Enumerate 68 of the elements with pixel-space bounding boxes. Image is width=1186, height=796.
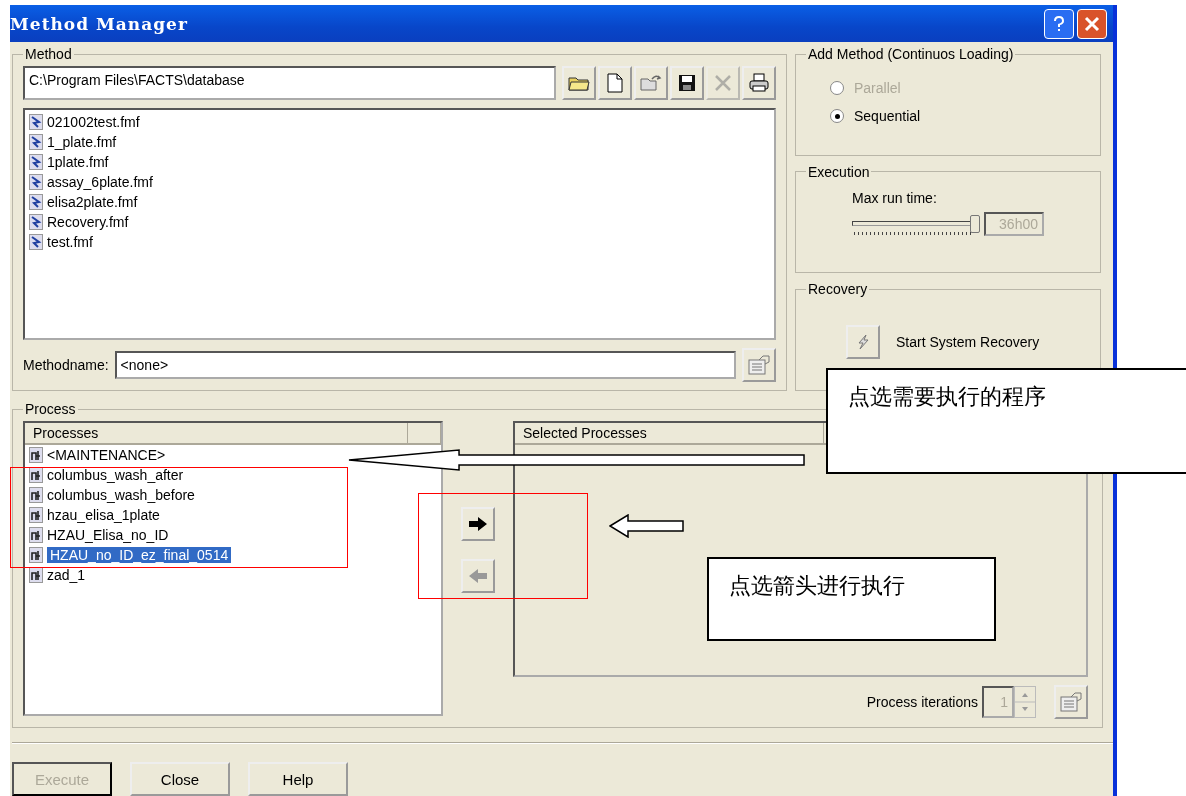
file-item[interactable]: elisa2plate.fmf — [29, 192, 142, 212]
max-run-time-label: Max run time: — [852, 189, 938, 206]
process-icon — [29, 487, 43, 503]
slider-thumb[interactable] — [970, 214, 980, 233]
properties-button[interactable] — [1054, 685, 1088, 719]
recovery-button[interactable] — [846, 325, 880, 360]
group-label: Recovery — [807, 281, 869, 298]
file-icon — [29, 194, 43, 210]
file-item[interactable]: 1plate.fmf — [29, 152, 113, 172]
right-arrow-icon — [468, 517, 488, 531]
process-icon — [29, 507, 43, 523]
file-icon — [29, 134, 43, 150]
process-item[interactable]: columbus_wash_after — [25, 465, 188, 485]
properties-icon — [1059, 691, 1083, 713]
file-icon — [29, 174, 43, 190]
group-label: Execution — [807, 163, 871, 180]
column-header[interactable]: Selected Processes — [515, 423, 824, 443]
folder-button[interactable] — [562, 66, 596, 100]
process-icon — [29, 447, 43, 463]
save-button[interactable] — [670, 66, 704, 100]
process-item[interactable]: HZAU_Elisa_no_ID — [25, 525, 173, 545]
dialog-button[interactable]: Close — [130, 762, 230, 796]
file-icon — [29, 214, 43, 230]
process-item[interactable]: <MAINTENANCE> — [25, 445, 170, 465]
help-icon — [1051, 14, 1067, 33]
help-button[interactable] — [1044, 8, 1074, 39]
file-icon — [29, 154, 43, 170]
properties-icon — [747, 354, 771, 376]
process-icon — [29, 547, 43, 563]
group-label: Method — [24, 46, 73, 62]
group-label: Add Method (Continuos Loading) — [807, 46, 1015, 62]
close-icon — [1084, 15, 1100, 32]
methodname-field[interactable]: <none> — [114, 351, 736, 379]
process-item[interactable]: columbus_wash_before — [25, 485, 199, 505]
dialog-button[interactable]: Help — [248, 762, 348, 796]
new-file-icon — [606, 73, 624, 93]
process-icon — [29, 527, 43, 543]
file-item[interactable]: 021002test.fmf — [29, 112, 144, 132]
print-button[interactable] — [742, 66, 776, 100]
methodname-label: Methodname: — [23, 357, 109, 373]
annotation-callout: 点选箭头进行执行 — [707, 557, 996, 641]
open-folder-icon — [640, 74, 662, 92]
file-icon — [29, 234, 43, 250]
file-item[interactable]: Recovery.fmf — [29, 212, 133, 232]
window-title: Method Manager — [10, 13, 188, 34]
run-time-field: 36h00 — [984, 211, 1044, 236]
path-field[interactable]: C:\Program Files\FACTS\database — [23, 66, 556, 100]
annotation-callout: 点选需要执行的程序 — [826, 368, 1186, 474]
close-button[interactable] — [1077, 8, 1107, 39]
folder-icon — [568, 74, 590, 92]
file-item[interactable]: assay_6plate.fmf — [29, 172, 157, 192]
properties-button[interactable] — [742, 348, 776, 382]
process-item[interactable]: zad_1 — [25, 565, 90, 585]
process-item[interactable]: hzau_elisa_1plate — [25, 505, 164, 525]
add-arrow-button[interactable] — [461, 507, 495, 541]
group-label: Process — [24, 401, 77, 417]
new-button[interactable] — [598, 66, 632, 100]
file-item[interactable]: test.fmf — [29, 232, 97, 252]
file-item[interactable]: 1_plate.fmf — [29, 132, 121, 152]
printer-icon — [748, 73, 770, 93]
iterations-label: Process iterations — [866, 694, 978, 710]
left-arrow-icon — [468, 569, 488, 583]
iterations-field: 1 — [982, 686, 1014, 718]
file-icon — [29, 114, 43, 130]
recovery-label: Start System Recovery — [896, 334, 1040, 351]
save-icon — [678, 74, 696, 92]
delete-icon — [714, 74, 732, 92]
radio-option[interactable]: Sequential — [830, 108, 1090, 124]
